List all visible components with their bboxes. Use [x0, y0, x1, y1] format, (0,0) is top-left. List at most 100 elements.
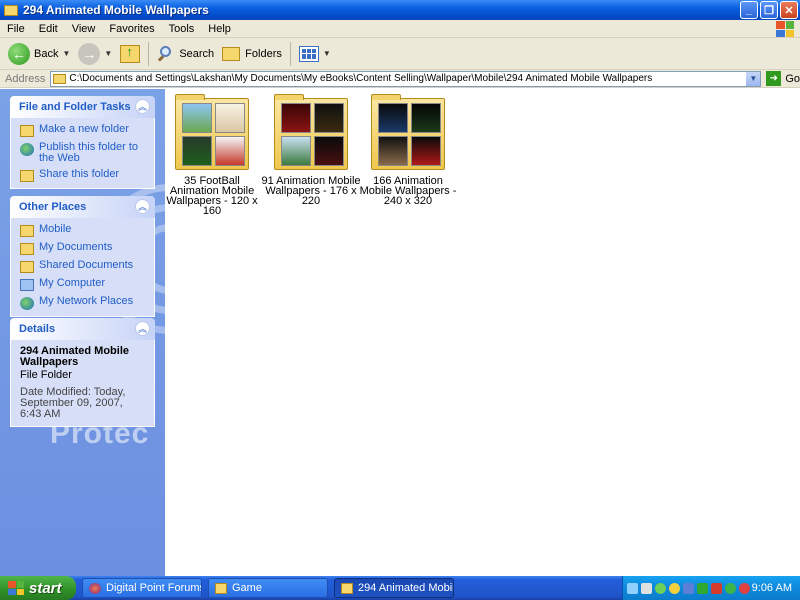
- up-folder-button[interactable]: [116, 41, 144, 67]
- panel-header[interactable]: Other Places ︽: [10, 196, 155, 218]
- start-label: start: [29, 579, 62, 597]
- folder-thumbnail-icon: [274, 94, 348, 170]
- folder-icon: [215, 582, 227, 594]
- folder-item[interactable]: 35 FootBall Animation Mobile Wallpapers …: [162, 94, 262, 217]
- menu-edit[interactable]: Edit: [32, 23, 65, 35]
- network-icon: [20, 297, 34, 310]
- place-label[interactable]: My Network Places: [39, 296, 133, 307]
- search-icon: [157, 45, 175, 63]
- details-panel: Details ︽ 294 Animated Mobile Wallpapers…: [10, 318, 155, 427]
- panel-body: Mobile My Documents Shared Documents My …: [10, 218, 155, 317]
- start-button[interactable]: start: [0, 576, 76, 600]
- folder-item[interactable]: 91 Animation Mobile Wallpapers - 176 x 2…: [261, 94, 361, 207]
- menu-help[interactable]: Help: [201, 23, 238, 35]
- place-my-computer[interactable]: My Computer: [20, 278, 146, 291]
- folder-label[interactable]: 35 FootBall Animation Mobile Wallpapers …: [162, 176, 262, 217]
- system-tray: 9:06 AM: [622, 576, 800, 600]
- panel-body: Make a new folder Publish this folder to…: [10, 118, 155, 189]
- task-make-new-folder[interactable]: Make a new folder: [20, 124, 146, 137]
- folders-button[interactable]: Folders: [218, 41, 286, 67]
- folder-icon: [53, 73, 67, 84]
- maximize-button[interactable]: ❐: [760, 1, 778, 19]
- folder-icon: [341, 582, 353, 594]
- folder-label[interactable]: 166 Animation Mobile Wallpapers - 240 x …: [358, 176, 458, 207]
- chevron-down-icon[interactable]: ▼: [62, 49, 70, 58]
- panel-header[interactable]: Details ︽: [10, 318, 155, 340]
- menu-tools[interactable]: Tools: [162, 23, 202, 35]
- task-label[interactable]: Publish this folder to the Web: [39, 142, 146, 164]
- details-date: Date Modified: Today, September 09, 2007…: [20, 386, 126, 420]
- messenger-tray-icon[interactable]: [655, 582, 666, 594]
- folders-label: Folders: [245, 47, 282, 60]
- forward-button[interactable]: → ▼: [74, 41, 116, 67]
- taskbar-item-label: Game: [232, 582, 262, 594]
- taskbar-item-label: 294 Animated Mobile ...: [358, 582, 453, 594]
- chevron-down-icon: ▼: [322, 49, 331, 58]
- monitor-tray-icon[interactable]: [683, 582, 694, 594]
- publish-web-icon: [20, 143, 34, 156]
- menu-favorites[interactable]: Favorites: [102, 23, 161, 35]
- folder-thumbnail-icon: [175, 94, 249, 170]
- file-list-area[interactable]: 35 FootBall Animation Mobile Wallpapers …: [165, 89, 800, 576]
- taskbar-item-wallpapers[interactable]: 294 Animated Mobile ...: [334, 578, 454, 598]
- folder-up-icon: [120, 44, 141, 63]
- back-button[interactable]: ← Back ▼: [4, 41, 74, 67]
- task-label[interactable]: Make a new folder: [39, 124, 129, 135]
- title-bar[interactable]: 294 Animated Mobile Wallpapers _ ❐ ✕: [0, 0, 800, 20]
- collapse-chevron-icon[interactable]: ︽: [135, 99, 150, 114]
- details-name: 294 Animated Mobile Wallpapers: [20, 345, 130, 368]
- place-my-network-places[interactable]: My Network Places: [20, 296, 146, 310]
- views-icon: [298, 45, 319, 62]
- task-label[interactable]: Share this folder: [39, 169, 119, 180]
- folders-icon: [222, 46, 241, 61]
- close-button[interactable]: ✕: [780, 1, 798, 19]
- address-dropdown-button[interactable]: ▼: [746, 71, 761, 86]
- place-label[interactable]: Mobile: [39, 224, 71, 235]
- windows-flag-icon: [8, 581, 24, 595]
- go-button[interactable]: ➜ Go: [766, 71, 800, 86]
- place-shared-documents[interactable]: Shared Documents: [20, 260, 146, 273]
- minimize-button[interactable]: _: [740, 1, 758, 19]
- place-label[interactable]: Shared Documents: [39, 260, 133, 271]
- user-tray-icon[interactable]: [725, 582, 736, 594]
- views-button[interactable]: ▼: [295, 41, 335, 67]
- task-pane: Protec File and Folder Tasks ︽ Make a ne…: [0, 89, 165, 576]
- address-input[interactable]: C:\Documents and Settings\Lakshan\My Doc…: [50, 70, 762, 87]
- place-label[interactable]: My Documents: [39, 242, 112, 253]
- back-arrow-icon: ←: [8, 42, 30, 65]
- toolbar: ← Back ▼ → ▼ Search Folders ▼: [0, 38, 800, 70]
- taskbar-item-browser[interactable]: Digital Point Forums - ...: [82, 578, 202, 598]
- taskbar-item-game[interactable]: Game: [208, 578, 328, 598]
- panel-title: Details: [19, 323, 56, 335]
- collapse-chevron-icon[interactable]: ︽: [135, 199, 150, 214]
- place-label[interactable]: My Computer: [39, 278, 105, 289]
- shield-tray-icon[interactable]: [739, 582, 750, 594]
- antivirus-tray-icon[interactable]: [711, 582, 722, 594]
- share-folder-icon: [20, 170, 34, 182]
- folder-item[interactable]: 166 Animation Mobile Wallpapers - 240 x …: [358, 94, 458, 207]
- play-tray-icon[interactable]: [697, 582, 708, 594]
- smiley-tray-icon[interactable]: [669, 582, 680, 594]
- task-publish-folder[interactable]: Publish this folder to the Web: [20, 142, 146, 164]
- computer-icon: [20, 279, 34, 291]
- panel-body: 294 Animated Mobile Wallpapers File Fold…: [10, 340, 155, 427]
- panel-title: Other Places: [19, 201, 87, 213]
- browser-icon: [89, 582, 101, 594]
- menu-view[interactable]: View: [65, 23, 103, 35]
- search-button[interactable]: Search: [153, 41, 218, 67]
- collapse-chevron-icon[interactable]: ︽: [135, 321, 150, 336]
- search-label: Search: [179, 47, 215, 60]
- address-path[interactable]: C:\Documents and Settings\Lakshan\My Doc…: [69, 73, 652, 84]
- network-tray-icon[interactable]: [627, 582, 638, 594]
- clock[interactable]: 9:06 AM: [752, 582, 792, 594]
- task-share-folder[interactable]: Share this folder: [20, 169, 146, 182]
- folder-label[interactable]: 91 Animation Mobile Wallpapers - 176 x 2…: [261, 176, 361, 207]
- go-label: Go: [785, 72, 800, 85]
- window-controls: _ ❐ ✕: [740, 1, 798, 19]
- place-my-documents[interactable]: My Documents: [20, 242, 146, 255]
- menu-file[interactable]: File: [0, 23, 32, 35]
- place-mobile[interactable]: Mobile: [20, 224, 146, 237]
- speaker-tray-icon[interactable]: [641, 582, 652, 594]
- panel-header[interactable]: File and Folder Tasks ︽: [10, 96, 155, 118]
- chevron-down-icon[interactable]: ▼: [104, 49, 112, 58]
